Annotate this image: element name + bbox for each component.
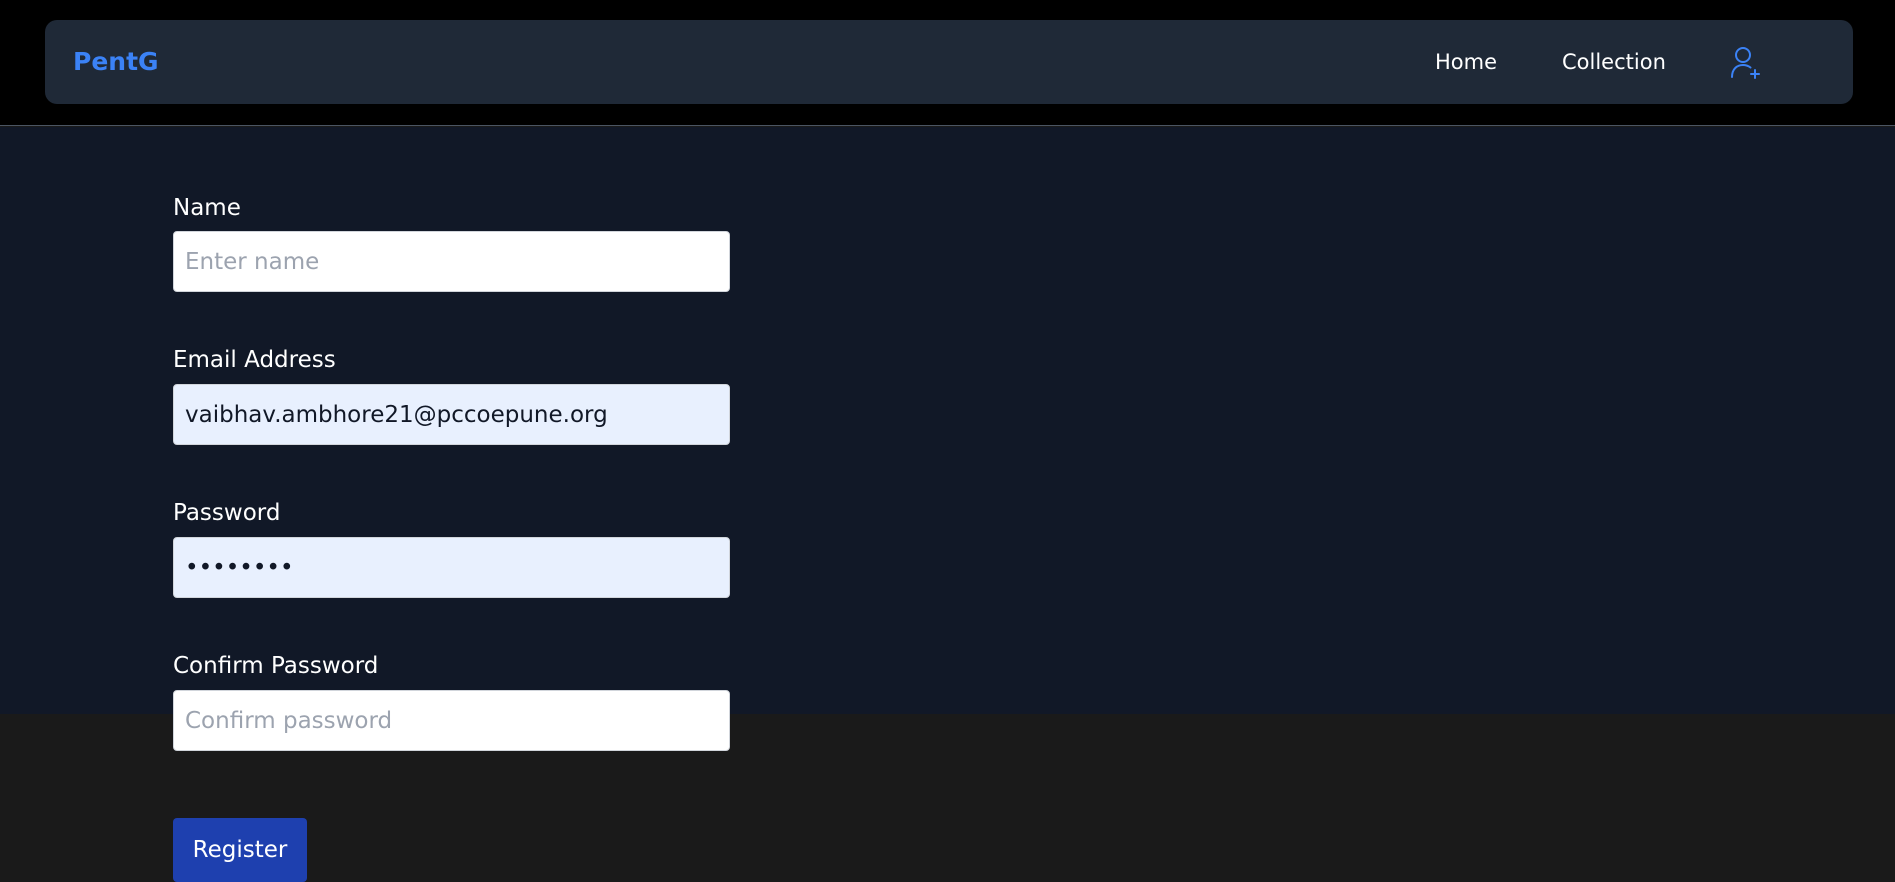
confirm-password-label: Confirm Password xyxy=(173,653,379,679)
email-input[interactable] xyxy=(173,384,730,445)
name-input[interactable] xyxy=(173,231,730,292)
main-content: Name Email Address Password Confirm Pass… xyxy=(0,127,1895,751)
register-button[interactable]: Register xyxy=(173,818,307,882)
name-label: Name xyxy=(173,195,241,221)
user-plus-icon[interactable] xyxy=(1729,46,1763,80)
nav-link-home[interactable]: Home xyxy=(1435,20,1497,104)
brand-logo[interactable]: PentG xyxy=(73,20,159,104)
confirm-password-input[interactable] xyxy=(173,690,730,751)
password-label: Password xyxy=(173,500,281,526)
navbar: PentG Home Collection xyxy=(45,20,1853,104)
email-label: Email Address xyxy=(173,347,336,373)
password-input[interactable] xyxy=(173,537,730,598)
top-bar: PentG Home Collection xyxy=(0,0,1895,126)
nav-link-collection[interactable]: Collection xyxy=(1562,20,1666,104)
